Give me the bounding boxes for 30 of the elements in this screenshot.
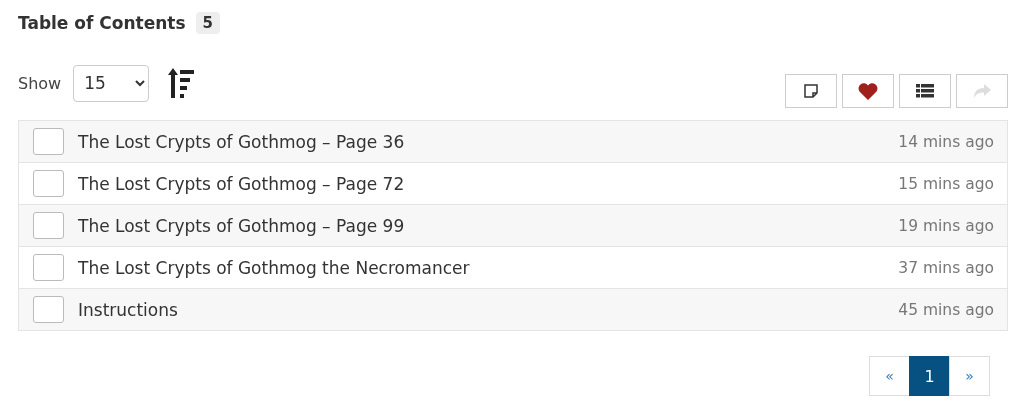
entry-title[interactable]: Instructions bbox=[78, 299, 178, 320]
entry-title[interactable]: The Lost Crypts of Gothmog – Page 99 bbox=[78, 215, 405, 236]
entry-time: 15 mins ago bbox=[898, 174, 994, 193]
entry-time: 14 mins ago bbox=[898, 132, 994, 151]
entry-title[interactable]: The Lost Crypts of Gothmog – Page 36 bbox=[78, 131, 405, 152]
note-icon bbox=[804, 84, 818, 98]
list-icon bbox=[916, 84, 934, 98]
row-checkbox[interactable] bbox=[33, 128, 64, 155]
sort-icon[interactable] bbox=[167, 68, 196, 98]
page-link[interactable]: « bbox=[869, 356, 910, 396]
page-link[interactable]: » bbox=[949, 356, 990, 396]
list-button[interactable] bbox=[899, 74, 951, 108]
heart-button[interactable] bbox=[842, 74, 894, 108]
page-size-select[interactable]: 15 bbox=[73, 64, 150, 102]
entry-time: 19 mins ago bbox=[898, 216, 994, 235]
entry-time: 45 mins ago bbox=[898, 300, 994, 319]
heart-icon bbox=[858, 82, 878, 100]
entry-title[interactable]: The Lost Crypts of Gothmog the Necromancer bbox=[78, 257, 470, 278]
entry-time: 37 mins ago bbox=[898, 258, 994, 277]
share-icon bbox=[973, 84, 991, 98]
page-link[interactable]: 1 bbox=[909, 356, 950, 396]
row-checkbox[interactable] bbox=[33, 254, 64, 281]
section-title: Table of Contents bbox=[18, 13, 186, 33]
row-checkbox[interactable] bbox=[33, 212, 64, 239]
note-button[interactable] bbox=[785, 74, 837, 108]
row-checkbox[interactable] bbox=[33, 296, 64, 323]
count-badge: 5 bbox=[195, 12, 220, 34]
row-checkbox[interactable] bbox=[33, 170, 64, 197]
entry-title[interactable]: The Lost Crypts of Gothmog – Page 72 bbox=[78, 173, 405, 194]
show-label: Show bbox=[18, 73, 62, 93]
